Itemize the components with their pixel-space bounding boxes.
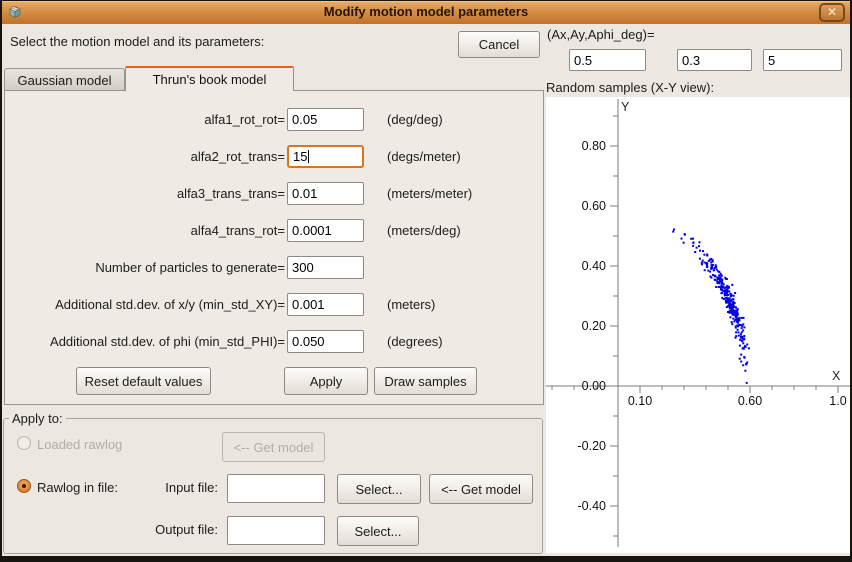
alfa3-input[interactable]: 0.01 (287, 182, 364, 205)
apply-button[interactable]: Apply (284, 367, 368, 395)
thrun-parameters-panel: alfa1_rot_rot= 0.05 (deg/deg) alfa2_rot_… (4, 90, 544, 405)
alfa3-label: alfa3_trans_trans= (9, 186, 285, 201)
samples-plot: 0.80 0.60 0.40 0.20 0.00 -0.20 -0.40 0.10 0.60 1.… (546, 97, 850, 553)
alfa2-input[interactable]: 15 (287, 145, 364, 168)
ax-input[interactable]: 0.5 (569, 49, 646, 71)
select-input-file-button[interactable]: Select... (337, 474, 421, 504)
scatter-points (672, 229, 750, 384)
tab-gaussian-model[interactable]: Gaussian model (4, 68, 125, 91)
increments-label: (Ax,Ay,Aphi_deg)= (547, 27, 655, 42)
window-title: Modify motion model parameters (2, 4, 850, 19)
min-std-xy-unit: (meters) (387, 297, 435, 312)
ax-value: 0.5 (574, 53, 592, 68)
min-std-xy-value: 0.001 (292, 297, 325, 312)
get-model-button[interactable]: <-- Get model (429, 474, 533, 504)
particles-value: 300 (292, 260, 314, 275)
apply-to-group: Apply to: Loaded rawlog <-- Get model Ra… (3, 418, 543, 554)
close-button[interactable]: ✕ (819, 3, 845, 22)
dialog-frame: Modify motion model parameters ✕ Select … (2, 1, 850, 556)
loaded-rawlog-label: Loaded rawlog (37, 437, 122, 452)
instruction-label: Select the motion model and its paramete… (10, 34, 264, 49)
alfa4-value: 0.0001 (292, 223, 332, 238)
output-file-label: Output file: (120, 522, 218, 537)
alfa4-label: alfa4_trans_rot= (9, 223, 285, 238)
radio-dot (22, 484, 26, 488)
output-file-field[interactable] (227, 516, 325, 545)
draw-samples-button[interactable]: Draw samples (374, 367, 477, 395)
min-std-phi-unit: (degrees) (387, 334, 443, 349)
tab-thrun-book-model[interactable]: Thrun's book model (125, 66, 294, 91)
rawlog-in-file-radio[interactable] (17, 479, 31, 493)
ay-input[interactable]: 0.3 (677, 49, 752, 71)
alfa2-unit: (degs/meter) (387, 149, 461, 164)
alfa2-label: alfa2_rot_trans= (9, 149, 285, 164)
x-axis-letter: X (832, 369, 841, 383)
input-file-field[interactable] (227, 474, 325, 503)
min-std-phi-value: 0.050 (292, 334, 325, 349)
alfa1-value: 0.05 (292, 112, 317, 127)
reset-default-values-button[interactable]: Reset default values (76, 367, 211, 395)
alfa1-unit: (deg/deg) (387, 112, 443, 127)
dialog-window: Modify motion model parameters ✕ Select … (0, 0, 852, 562)
min-std-xy-input[interactable]: 0.001 (287, 293, 364, 316)
aphi-value: 5 (768, 53, 775, 68)
alfa3-unit: (meters/meter) (387, 186, 472, 201)
alfa1-label: alfa1_rot_rot= (9, 112, 285, 127)
particles-input[interactable]: 300 (287, 256, 364, 279)
min-std-xy-label: Additional std.dev. of x/y (min_std_XY)= (9, 297, 285, 312)
particles-label: Number of particles to generate= (9, 260, 285, 275)
y-tick-label: 0.20 (582, 319, 606, 333)
ay-value: 0.3 (682, 53, 700, 68)
x-tick-label: 1.0 (829, 394, 846, 408)
y-tick-label: 0.40 (582, 259, 606, 273)
input-file-label: Input file: (120, 480, 218, 495)
y-axis-letter: Y (621, 100, 630, 114)
y-tick-label: 0.80 (582, 139, 606, 153)
alfa4-unit: (meters/deg) (387, 223, 461, 238)
y-tick-label: -0.40 (578, 499, 607, 513)
min-std-phi-label: Additional std.dev. of phi (min_std_PHI)… (9, 334, 285, 349)
apply-to-legend: Apply to: (9, 411, 66, 426)
plot-title: Random samples (X-Y view): (546, 80, 714, 95)
alfa2-value: 15 (293, 149, 307, 164)
x-tick-label: 0.10 (628, 394, 652, 408)
x-tick-label: 0.60 (738, 394, 762, 408)
y-tick-label: 0.00 (582, 379, 606, 393)
alfa3-value: 0.01 (292, 186, 317, 201)
cancel-button[interactable]: Cancel (458, 31, 540, 58)
alfa4-input[interactable]: 0.0001 (287, 219, 364, 242)
scatter-plot-svg: 0.80 0.60 0.40 0.20 0.00 -0.20 -0.40 0.10 0.60 1.… (546, 97, 850, 553)
loaded-rawlog-radio (17, 436, 31, 450)
aphi-input[interactable]: 5 (763, 49, 842, 71)
alfa1-input[interactable]: 0.05 (287, 108, 364, 131)
select-output-file-button[interactable]: Select... (337, 516, 419, 546)
y-tick-label: -0.20 (578, 439, 607, 453)
y-tick-label: 0.60 (582, 199, 606, 213)
rawlog-in-file-label: Rawlog in file: (37, 480, 118, 495)
title-bar[interactable]: Modify motion model parameters ✕ (2, 1, 850, 24)
text-caret (308, 150, 309, 163)
min-std-phi-input[interactable]: 0.050 (287, 330, 364, 353)
get-model-disabled-button: <-- Get model (222, 432, 325, 462)
